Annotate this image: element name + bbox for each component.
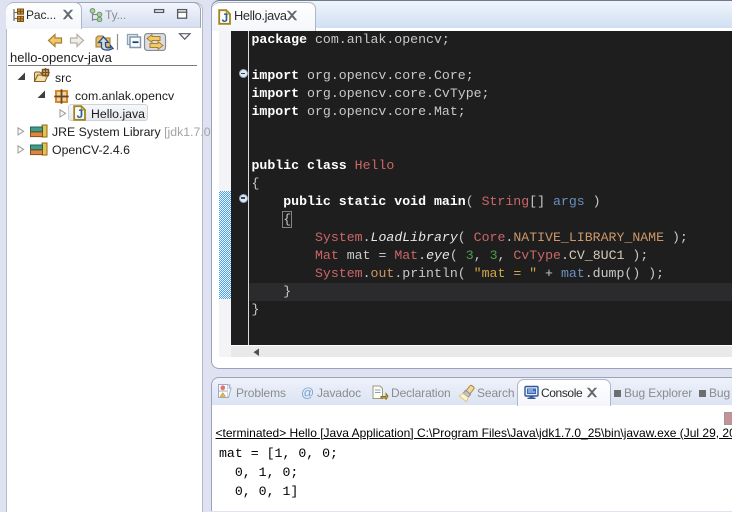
svg-text:J: J — [76, 107, 83, 121]
svg-text:J: J — [222, 11, 229, 25]
